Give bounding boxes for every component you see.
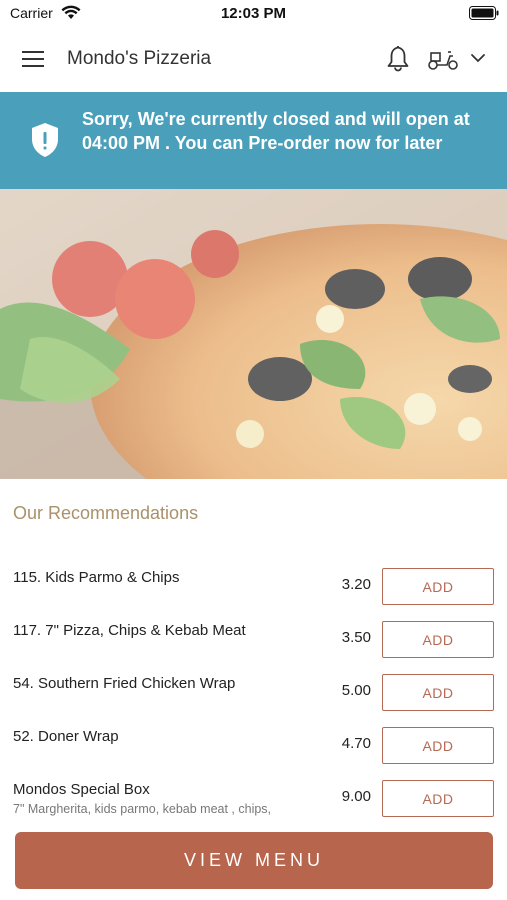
closed-banner: Sorry, We're currently closed and will o… [0, 92, 507, 189]
chevron-down-icon[interactable] [470, 52, 486, 64]
clock: 12:03 PM [220, 5, 287, 22]
item-price: 4.70 [341, 735, 371, 752]
add-button[interactable]: ADD [382, 674, 494, 711]
scooter-icon[interactable] [427, 47, 459, 71]
view-menu-button[interactable]: VIEW MENU [15, 832, 493, 889]
item-name: 115. Kids Parmo & Chips [13, 569, 180, 586]
list-item: 117. 7" Pizza, Chips & Kebab Meat 3.50 A… [0, 613, 507, 666]
item-name: 52. Doner Wrap [13, 728, 119, 745]
add-button[interactable]: ADD [382, 780, 494, 817]
list-item: 54. Southern Fried Chicken Wrap 5.00 ADD [0, 666, 507, 719]
closed-message: Sorry, We're currently closed and will o… [82, 109, 470, 153]
list-item: 52. Doner Wrap 4.70 ADD [0, 719, 507, 772]
item-price: 3.50 [341, 629, 371, 646]
item-name: 54. Southern Fried Chicken Wrap [13, 675, 236, 692]
add-button[interactable]: ADD [382, 568, 494, 605]
shield-alert-icon [32, 123, 58, 157]
hero-pizza-image [0, 189, 507, 479]
battery-icon [469, 6, 499, 20]
status-bar: Carrier 12:03 PM [0, 0, 507, 28]
item-name: Mondos Special Box [13, 781, 150, 798]
menu-icon[interactable] [22, 50, 46, 68]
item-description: 7" Margherita, kids parmo, kebab meat , … [13, 802, 272, 816]
item-price: 3.20 [341, 576, 371, 593]
add-button[interactable]: ADD [382, 621, 494, 658]
list-item: Mondos Special Box 7" Margherita, kids p… [0, 772, 507, 825]
list-item: 115. Kids Parmo & Chips 3.20 ADD [0, 560, 507, 613]
add-button[interactable]: ADD [382, 727, 494, 764]
bell-icon[interactable] [386, 44, 410, 72]
app-header: Mondo's Pizzeria [0, 28, 507, 92]
item-name: 117. 7" Pizza, Chips & Kebab Meat [13, 622, 246, 639]
recommendations-title: Our Recommendations [13, 503, 199, 523]
item-price: 5.00 [341, 682, 371, 699]
app-title: Mondo's Pizzeria [67, 48, 212, 69]
item-price: 9.00 [341, 788, 371, 805]
